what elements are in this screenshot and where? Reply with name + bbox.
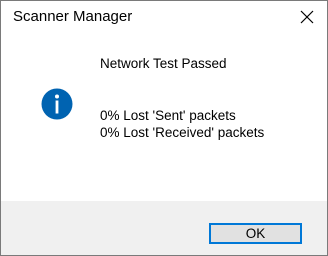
message-dialog: Scanner Manager Network Test Passed 0% L… [0, 0, 328, 256]
window-title: Scanner Manager [13, 8, 133, 25]
close-icon [300, 10, 314, 24]
close-button[interactable] [287, 1, 327, 33]
message-title: Network Test Passed [100, 56, 227, 71]
ok-button[interactable]: OK [209, 223, 302, 244]
info-icon [41, 88, 73, 120]
message-line-received: 0% Lost 'Received' packets [100, 125, 265, 140]
button-bar: OK [1, 201, 327, 255]
title-bar: Scanner Manager [1, 1, 327, 33]
message-line-sent: 0% Lost 'Sent' packets [100, 108, 236, 123]
